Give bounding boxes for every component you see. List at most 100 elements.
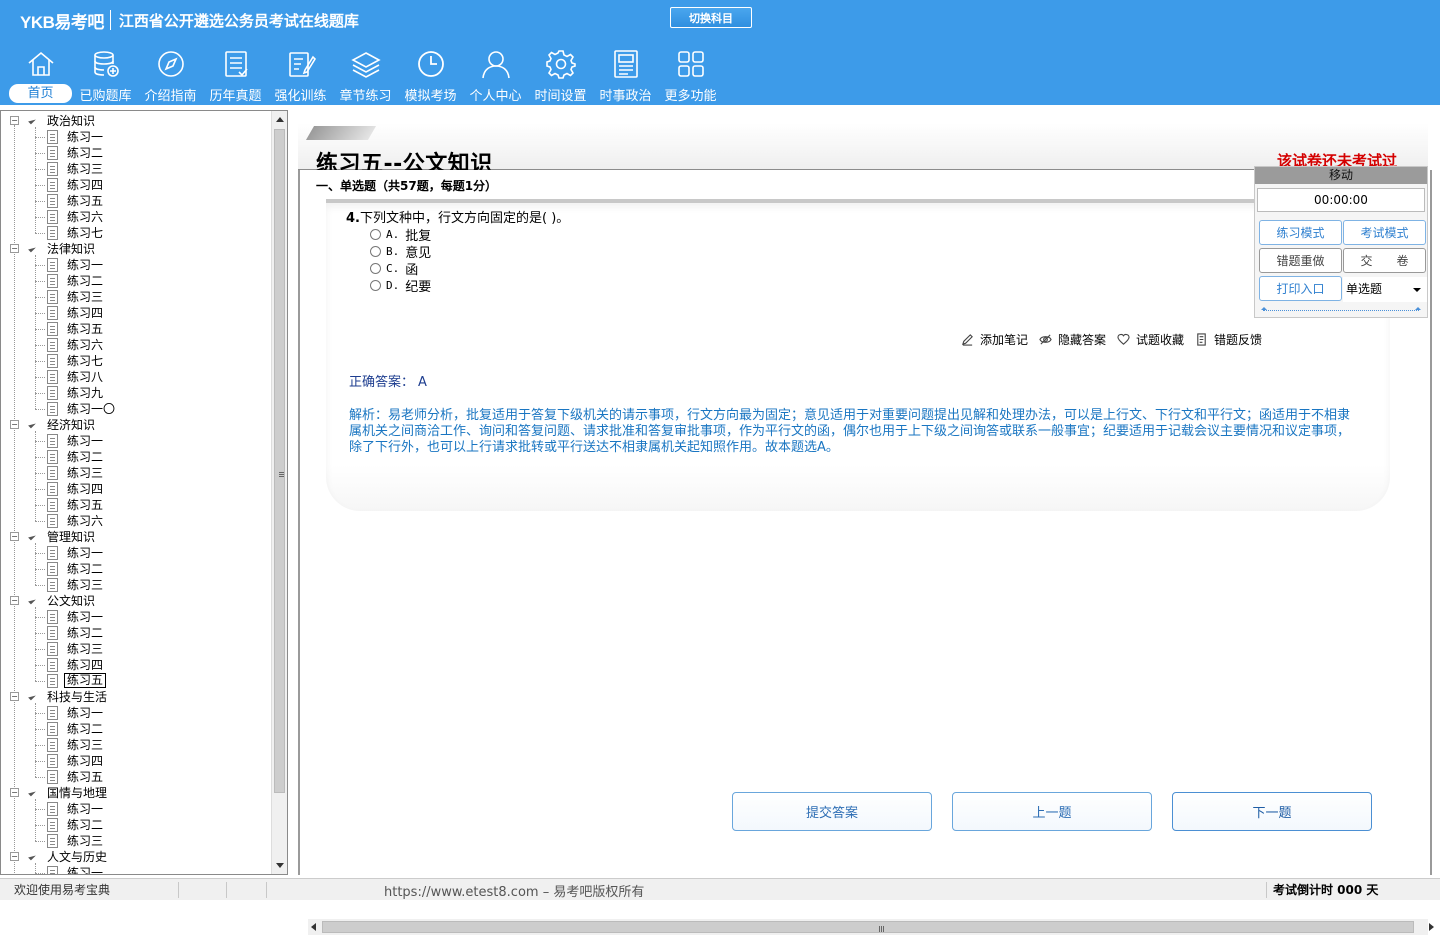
tree-connector — [35, 201, 45, 202]
next-question-button[interactable]: 下一题 — [1172, 792, 1372, 831]
nav-purchased-bank[interactable]: 已购题库 — [73, 46, 138, 104]
tree-category[interactable]: − 经济知识 — [1, 417, 271, 433]
brand-separator — [109, 10, 111, 30]
collapse-toggle-icon[interactable]: − — [10, 788, 19, 797]
exam-mode-button[interactable]: 考试模式 — [1343, 220, 1426, 245]
document-icon — [47, 226, 58, 240]
tree-category-label: 人文与历史 — [47, 850, 108, 864]
print-button[interactable]: 打印入口 — [1259, 276, 1342, 301]
option-d[interactable]: D. 纪要 — [370, 276, 431, 295]
collapse-toggle-icon[interactable]: − — [10, 596, 19, 605]
nav-home[interactable]: 首页 — [8, 46, 73, 104]
tree-category[interactable]: − 国情与地理 — [1, 785, 271, 801]
document-icon — [47, 738, 58, 752]
tree-leaf-label: 练习四 — [67, 306, 104, 320]
tree-category[interactable]: − 科技与生活 — [1, 689, 271, 705]
submit-answer-button[interactable]: 提交答案 — [732, 792, 932, 831]
exam-control-panel: 移动 00:00:00 练习模式 考试模式 错题重做 交 卷 打印入口 单选题 — [1254, 166, 1428, 318]
document-icon — [47, 466, 58, 480]
previous-question-button[interactable]: 上一题 — [952, 792, 1152, 831]
tree-category-label: 经济知识 — [47, 418, 96, 432]
main-nav: 首页 已购题库 介绍指南 历年真题 强化训练 章节练习 模拟考场 个人中心 时间… — [8, 46, 723, 104]
nav-past-papers[interactable]: 历年真题 — [203, 46, 268, 104]
tree-leaf-label: 练习二 — [67, 722, 104, 736]
scroll-down-icon[interactable] — [276, 863, 284, 868]
tree-category[interactable]: − 人文与历史 — [1, 849, 271, 865]
scroll-right-icon[interactable] — [1429, 923, 1434, 931]
tree-category[interactable]: − 管理知识 — [1, 529, 271, 545]
scroll-thumb[interactable] — [322, 921, 1414, 933]
document-icon — [47, 354, 58, 368]
title-decoration — [305, 126, 377, 140]
tree-leaf-label: 练习五 — [64, 673, 107, 688]
redo-wrong-button[interactable]: 错题重做 — [1259, 248, 1342, 273]
tree-category[interactable]: − 法律知识 — [1, 241, 271, 257]
nav-guide[interactable]: 介绍指南 — [138, 46, 203, 104]
tree-leaf-label: 练习一 — [67, 130, 104, 144]
nav-more-features[interactable]: 更多功能 — [658, 46, 723, 104]
add-note-button[interactable]: 添加笔记 — [961, 331, 1028, 348]
hand-in-button[interactable]: 交 卷 — [1343, 248, 1426, 273]
expanded-triangle-icon — [28, 532, 36, 541]
radio-icon[interactable] — [370, 246, 381, 257]
heart-icon — [1117, 333, 1130, 345]
tree-connector — [35, 361, 45, 362]
nav-personal-center[interactable]: 个人中心 — [463, 46, 528, 104]
tree-category-label: 科技与生活 — [47, 690, 108, 704]
question-type-value: 单选题 — [1346, 282, 1383, 296]
nav-chapter-practice[interactable]: 章节练习 — [333, 46, 398, 104]
radio-icon[interactable] — [370, 229, 381, 240]
panel-slider[interactable] — [1261, 307, 1421, 315]
tree-connector — [35, 329, 45, 330]
tree-category[interactable]: − 公文知识 — [1, 593, 271, 609]
favorite-button[interactable]: 试题收藏 — [1117, 331, 1184, 348]
collapse-toggle-icon[interactable]: − — [10, 244, 19, 253]
question-type-select[interactable]: 单选题 — [1343, 277, 1427, 302]
collapse-toggle-icon[interactable]: − — [10, 116, 19, 125]
chevron-down-icon[interactable] — [1413, 288, 1421, 292]
add-note-label: 添加笔记 — [980, 333, 1029, 347]
tree-leaf-label: 练习三 — [67, 642, 104, 656]
tree-category[interactable]: − 政治知识 — [1, 113, 271, 129]
practice-mode-button[interactable]: 练习模式 — [1259, 220, 1342, 245]
move-handle[interactable]: 移动 — [1255, 167, 1427, 184]
collapse-toggle-icon[interactable]: − — [10, 852, 19, 861]
scroll-thumb[interactable] — [274, 129, 285, 793]
collapse-toggle-icon[interactable]: − — [10, 532, 19, 541]
document-icon — [47, 402, 58, 416]
tree-leaf-label: 练习六 — [67, 338, 104, 352]
document-icon — [47, 210, 58, 224]
hide-answer-button[interactable]: 隐藏答案 — [1039, 331, 1106, 348]
scroll-up-icon[interactable] — [276, 117, 284, 122]
nav-current-affairs[interactable]: 时事政治 — [593, 46, 658, 104]
nav-intensive-training[interactable]: 强化训练 — [268, 46, 333, 104]
tree-connector — [35, 185, 45, 186]
copyright-text: https://www.etest8.com – 易考吧版权所有 — [384, 885, 645, 900]
report-error-button[interactable]: 错题反馈 — [1195, 331, 1262, 348]
nav-mock-exam[interactable]: 模拟考场 — [398, 46, 463, 104]
tree-connector — [35, 265, 45, 266]
tree-leaf-label: 练习二 — [67, 818, 104, 832]
gear-icon — [545, 50, 576, 79]
question-number: 4. — [346, 211, 360, 226]
tree-connector — [35, 457, 45, 458]
tree-leaf-label: 练习三 — [67, 834, 104, 848]
tree-connector — [35, 649, 45, 650]
tree-leaf-label: 练习一 — [67, 258, 104, 272]
horizontal-scrollbar[interactable] — [308, 919, 1434, 935]
collapse-toggle-icon[interactable]: − — [10, 692, 19, 701]
scroll-left-icon[interactable] — [311, 923, 316, 931]
switch-subject-button[interactable]: 切换科目 — [670, 7, 752, 28]
tree-connector — [35, 713, 45, 714]
tree-scrollbar[interactable] — [271, 111, 287, 874]
radio-icon[interactable] — [370, 280, 381, 291]
tree-connector — [35, 543, 36, 585]
nav-time-settings[interactable]: 时间设置 — [528, 46, 593, 104]
question-toolbar: 添加笔记 隐藏答案 试题收藏 错题反馈 — [961, 331, 1273, 348]
tree-category-label: 公文知识 — [47, 594, 96, 608]
tree-connector — [35, 633, 45, 634]
tree-connector — [35, 217, 45, 218]
collapse-toggle-icon[interactable]: − — [10, 420, 19, 429]
tree-leaf-label: 练习四 — [67, 178, 104, 192]
radio-icon[interactable] — [370, 263, 381, 274]
